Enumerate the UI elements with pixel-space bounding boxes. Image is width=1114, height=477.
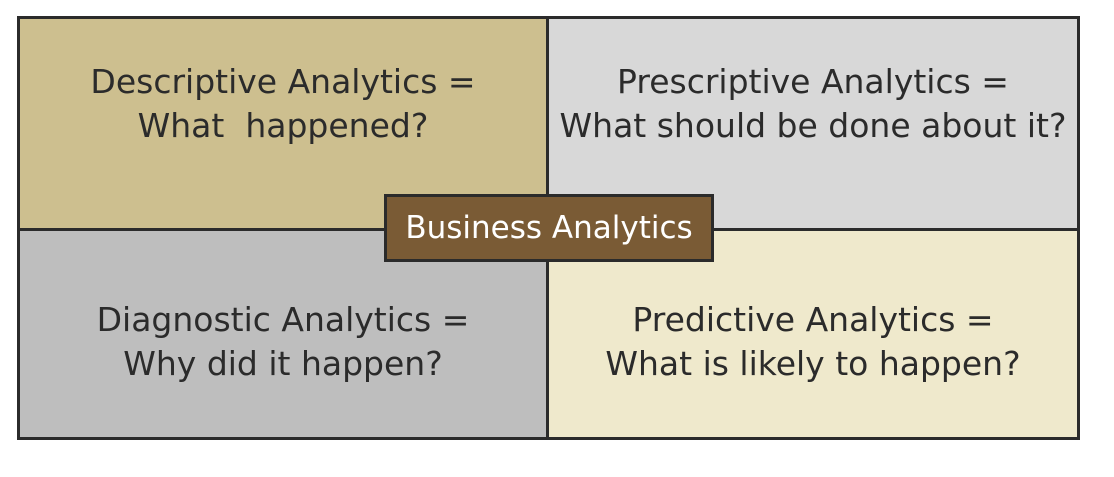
- quadrant-title: Diagnostic Analytics =: [96, 300, 470, 339]
- quadrant-title: Prescriptive Analytics =: [617, 61, 1009, 101]
- quadrant-question: Why did it happen?: [123, 344, 443, 383]
- quadrant-title: Predictive Analytics =: [632, 300, 994, 339]
- quadrant-question: What is likely to happen?: [605, 344, 1021, 383]
- quadrant-question: What should be done about it?: [559, 105, 1067, 145]
- quadrant-question: What happened?: [137, 105, 429, 145]
- quadrant-title: Descriptive Analytics =: [90, 61, 476, 101]
- business-analytics-center-label: Business Analytics: [384, 194, 714, 262]
